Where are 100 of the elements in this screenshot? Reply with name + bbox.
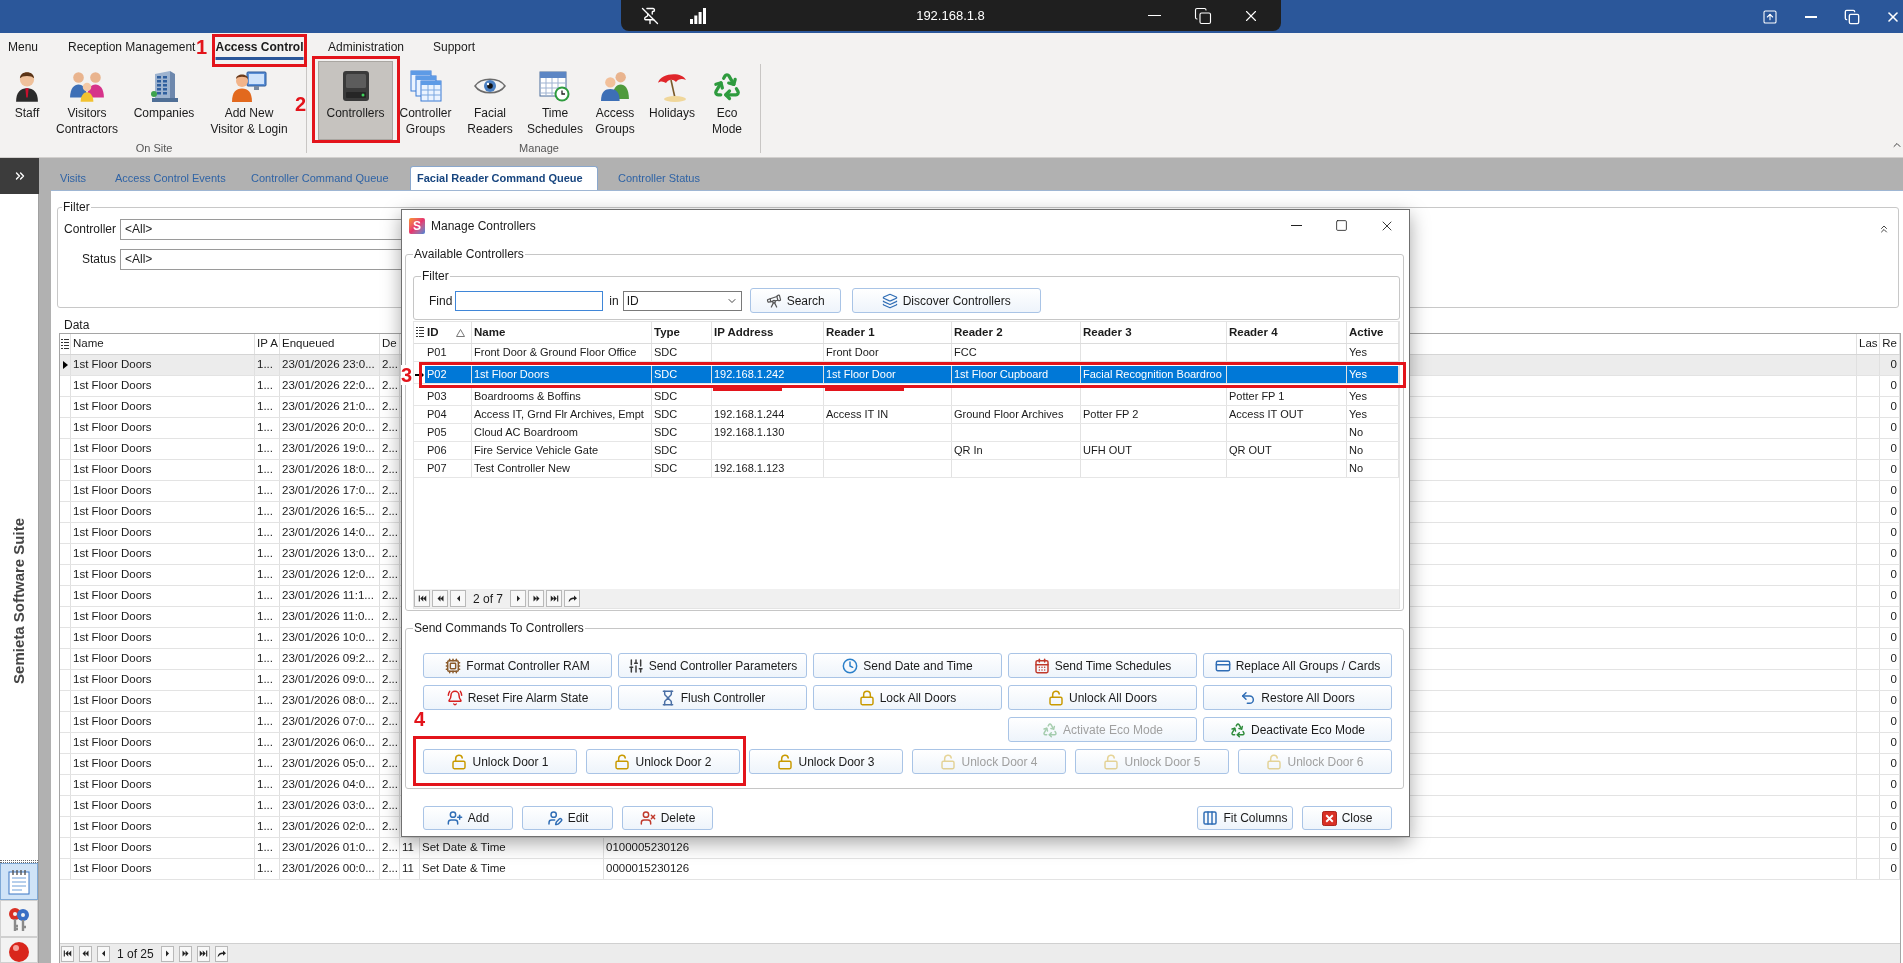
table-cell: No	[1347, 424, 1399, 441]
table-cell: 1st Floor Doors	[71, 670, 255, 690]
table-cell: 2...	[380, 712, 400, 732]
table-cell: Yes	[1347, 388, 1399, 405]
table-cell: 0	[1880, 460, 1900, 480]
table-cell: 1st Floor Doors	[71, 586, 255, 606]
table-cell: 1st Floor Doors	[71, 712, 255, 732]
table-cell: 23/01/2026 09:2...	[280, 649, 380, 669]
table-cell: 1...	[255, 775, 280, 795]
table-cell: 1...	[255, 670, 280, 690]
field-label: in	[609, 292, 619, 310]
table-cell: P05	[425, 424, 472, 441]
table-cell: 1...	[255, 838, 280, 858]
table-cell: 0	[1880, 565, 1900, 585]
table-cell: 1st Floor Doors	[71, 859, 255, 879]
table-cell: P04	[425, 406, 472, 423]
table-cell: 1...	[255, 355, 280, 375]
table-cell: 2...	[380, 817, 400, 837]
table-cell: 0000015230126	[604, 859, 1857, 879]
side-panel-title: Semieta Software Suite	[8, 518, 28, 684]
table-cell: 2...	[380, 796, 400, 816]
table-cell: 0	[1880, 502, 1900, 522]
table-cell: 0	[1880, 355, 1900, 375]
table-cell: 1st Floor Door	[824, 366, 952, 383]
table-cell: UFH OUT	[1081, 442, 1227, 459]
table-cell: 1...	[255, 607, 280, 627]
table-cell: 0	[1880, 691, 1900, 711]
table-cell: 23/01/2026 06:0...	[280, 733, 380, 753]
table-cell: 1...	[255, 418, 280, 438]
table-cell: 1st Floor Doors	[71, 691, 255, 711]
table-cell: 0	[1880, 775, 1900, 795]
table-cell: 0100005230126	[604, 838, 1857, 858]
table-cell: Set Date & Time	[420, 859, 604, 879]
table-cell: 0	[1880, 817, 1900, 837]
table-cell: 11	[400, 859, 420, 879]
table-cell: P07	[425, 460, 472, 477]
table-cell: Cloud AC Boardroom	[472, 424, 652, 441]
table-cell: SDC	[652, 406, 712, 423]
table-cell: 1st Floor Doors	[71, 775, 255, 795]
table-cell: 0	[1880, 649, 1900, 669]
table-cell: Fire Service Vehicle Gate	[472, 442, 652, 459]
table-cell: 1st Floor Doors	[71, 649, 255, 669]
table-cell: 2...	[380, 481, 400, 501]
table-cell: 2...	[380, 670, 400, 690]
table-cell: 1...	[255, 439, 280, 459]
table-cell: 23/01/2026 17:0...	[280, 481, 380, 501]
table-cell: 23/01/2026 13:0...	[280, 544, 380, 564]
table-cell: 2...	[380, 628, 400, 648]
table-cell: 23/01/2026 11:0...	[280, 607, 380, 627]
table-cell: Access IT, Grnd Flr Archives, Empt	[472, 406, 652, 423]
group-title: Available Controllers	[413, 246, 525, 263]
table-cell: 11	[400, 838, 420, 858]
page-indicator: 1 of 25	[117, 945, 154, 963]
table-cell: SDC	[652, 424, 712, 441]
table-cell: 0	[1880, 397, 1900, 417]
table-cell: 1...	[255, 544, 280, 564]
table-cell: Access IT IN	[824, 406, 952, 423]
table-cell: SDC	[652, 366, 712, 383]
table-cell: Ground Floor Archives	[952, 406, 1081, 423]
field-label: Status	[80, 251, 116, 268]
table-cell: 0	[1880, 859, 1900, 879]
table-cell: 1st Floor Doors	[71, 565, 255, 585]
dialog-title: Manage Controllers	[431, 217, 536, 235]
table-cell: 1...	[255, 502, 280, 522]
table-cell: QR In	[952, 442, 1081, 459]
table-cell: Front Door	[824, 344, 952, 361]
table-cell: 2...	[380, 544, 400, 564]
table-cell: 1st Floor Doors	[71, 355, 255, 375]
table-cell: 1...	[255, 586, 280, 606]
table-cell: 1...	[255, 733, 280, 753]
table-cell: 1st Floor Doors	[71, 817, 255, 837]
table-cell: 0	[1880, 838, 1900, 858]
table-cell: Facial Recognition Boardroo	[1081, 366, 1227, 383]
table-cell: 23/01/2026 11:1...	[280, 586, 380, 606]
section-title: Data	[64, 317, 90, 333]
table-cell: 23/01/2026 12:0...	[280, 565, 380, 585]
table-cell: 1st Floor Cupboard	[952, 366, 1081, 383]
table-cell: 2...	[380, 376, 400, 396]
group-title: Filter	[421, 268, 450, 285]
table-cell: Front Door & Ground Floor Office	[472, 344, 652, 361]
table-cell: 1st Floor Doors	[71, 460, 255, 480]
table-cell: 2...	[380, 565, 400, 585]
table-cell: 1st Floor Doors	[71, 733, 255, 753]
table-cell: 192.168.1.123	[712, 460, 824, 477]
table-cell: Test Controller New	[472, 460, 652, 477]
table-cell: 1...	[255, 649, 280, 669]
table-cell: 1st Floor Doors	[71, 607, 255, 627]
table-cell: 2...	[380, 754, 400, 774]
table-cell: 23/01/2026 14:0...	[280, 523, 380, 543]
page-indicator: 2 of 7	[473, 590, 504, 608]
table-cell: No	[1347, 460, 1399, 477]
table-cell: 23/01/2026 20:0...	[280, 418, 380, 438]
table-cell: 0	[1880, 523, 1900, 543]
table-cell: 1...	[255, 817, 280, 837]
annotation-number: 2	[295, 94, 307, 114]
table-cell: 1...	[255, 628, 280, 648]
table-cell: 1st Floor Doors	[71, 523, 255, 543]
table-cell: 0	[1880, 481, 1900, 501]
table-cell: 1...	[255, 754, 280, 774]
table-cell: 1st Floor Doors	[71, 397, 255, 417]
